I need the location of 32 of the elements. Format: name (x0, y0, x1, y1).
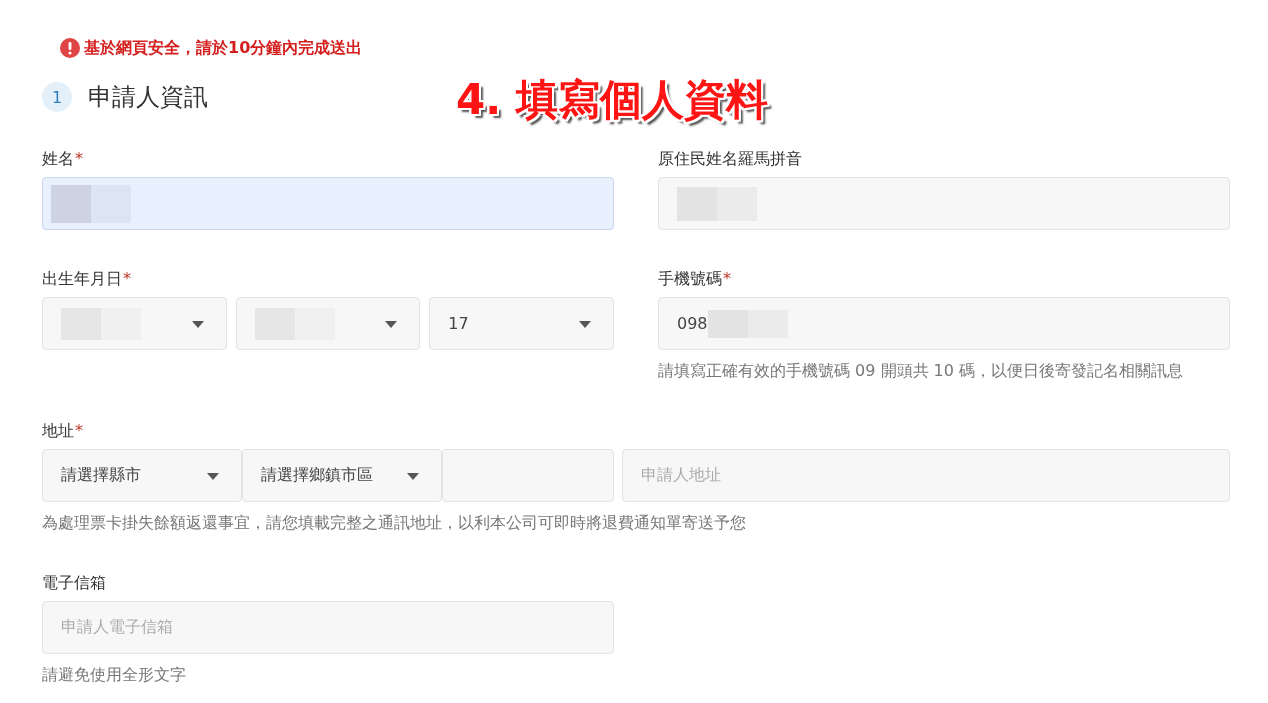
required-mark: * (75, 420, 83, 442)
input-field[interactable] (442, 449, 614, 502)
select-dropdown[interactable]: 17 (429, 297, 614, 350)
field-label: 電子信箱 (42, 572, 106, 594)
step-badge: 1 (42, 82, 72, 112)
input-field[interactable]: 098 (658, 297, 1230, 350)
annotation-title: 4. 填寫個人資料 (456, 77, 768, 123)
select-dropdown[interactable]: 請選擇鄉鎮市區 (242, 449, 442, 502)
help-text: 請填寫正確有效的手機號碼 09 開頭共 10 碼，以便日後寄發記名相關訊息 (658, 360, 1185, 382)
caret-icon (385, 321, 398, 328)
select-dropdown[interactable]: 請選擇縣市 (42, 449, 242, 502)
input-field[interactable] (658, 177, 1230, 230)
field-label: 出生年月日 (42, 268, 122, 290)
field-label: 原住民姓名羅馬拼音 (658, 148, 802, 170)
warning-message: 基於網頁安全，請於10分鐘內完成送出 (84, 37, 363, 59)
caret-icon (407, 473, 419, 480)
required-mark: * (123, 268, 131, 290)
caret-icon (579, 321, 591, 328)
input-field[interactable] (42, 177, 614, 230)
section-title: 申請人資訊 (88, 82, 208, 112)
field-label: 手機號碼 (658, 268, 722, 290)
help-text: 為處理票卡掛失餘額返還事宜，請您填載完整之通訊地址，以利本公司可即時將退費通知單寄送予您 (42, 512, 747, 534)
caret-icon (191, 321, 204, 328)
help-text: 請避免使用全形文字 (42, 664, 187, 686)
required-mark: * (75, 148, 83, 170)
select-dropdown[interactable] (42, 297, 227, 350)
field-label: 地址 (42, 420, 74, 442)
caret-icon (207, 473, 219, 480)
field-label: 姓名 (42, 148, 74, 170)
required-mark: * (723, 268, 731, 290)
alert-icon (60, 38, 80, 58)
select-dropdown[interactable] (235, 297, 421, 350)
